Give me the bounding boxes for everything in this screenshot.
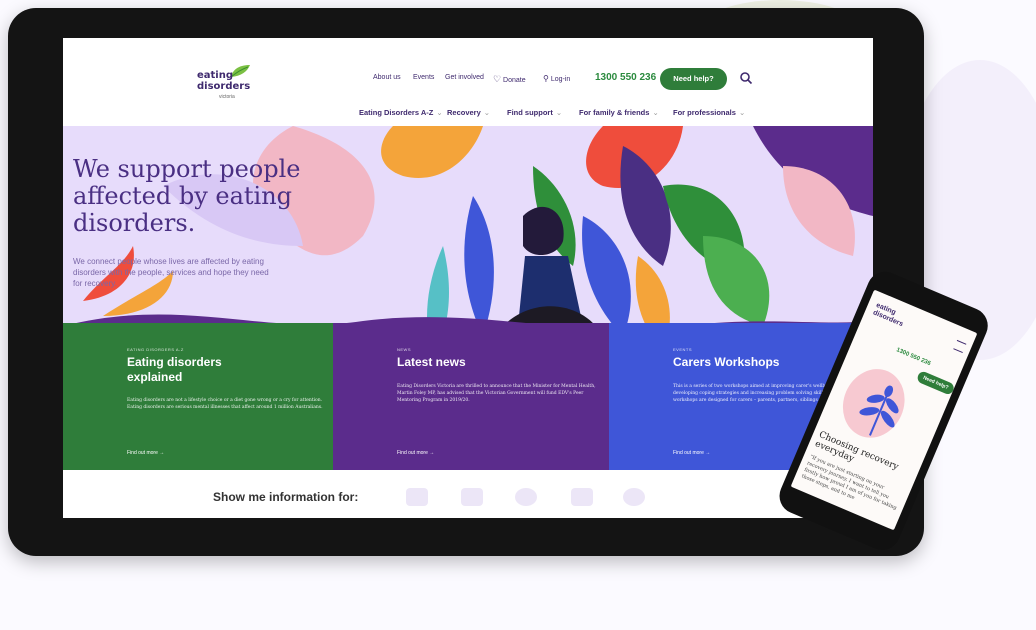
nav-label: Find support: [507, 108, 553, 117]
need-help-button[interactable]: Need help?: [660, 68, 727, 90]
apple-logo-icon: [466, 528, 484, 548]
nav-label: Recovery: [447, 108, 481, 117]
card-latest-news[interactable]: NEWS Latest news Eating Disorders Victor…: [333, 323, 609, 470]
nav-label: For professionals: [673, 108, 736, 117]
document-icon[interactable]: [571, 488, 593, 506]
card-title: Eating disorders explained: [127, 355, 222, 384]
logo-sub: victoria: [219, 94, 235, 100]
arrow-right-icon: →: [705, 450, 711, 456]
card-link[interactable]: Find out more →: [397, 450, 434, 456]
card-eyebrow: EVENTS: [673, 347, 693, 352]
mobile-phone-number[interactable]: 1300 550 236: [895, 347, 931, 367]
nav-label: Eating Disorders A-Z: [359, 108, 434, 117]
chat-icon[interactable]: [515, 488, 537, 506]
search-icon[interactable]: [739, 71, 753, 85]
hero-title: We support people affected by eating dis…: [73, 155, 301, 237]
top-link-about[interactable]: About us: [373, 74, 401, 81]
feature-cards: EATING DISORDERS A-Z Eating disorders ex…: [63, 323, 873, 470]
menu-icon[interactable]: [953, 339, 967, 354]
logo-text: eating disorders: [197, 70, 250, 92]
site-header: eating disorders victoria About us Event…: [63, 38, 873, 126]
card-link-label: Find out more: [397, 450, 428, 456]
chevron-down-icon: ⌄: [483, 108, 491, 117]
chevron-down-icon: ⌄: [738, 108, 746, 117]
card-link[interactable]: Find out more →: [127, 450, 164, 456]
show-me-heading: Show me information for:: [213, 490, 359, 504]
mobile-need-help-button[interactable]: Need help?: [915, 370, 956, 396]
login-link[interactable]: ⚲ Log-in: [543, 74, 570, 83]
nav-recovery[interactable]: Recovery ⌄: [447, 108, 490, 117]
nav-eating-disorders-az[interactable]: Eating Disorders A-Z ⌄: [359, 108, 443, 117]
card-eyebrow: NEWS: [397, 347, 411, 352]
card-eyebrow: EATING DISORDERS A-Z: [127, 347, 184, 352]
card-link-label: Find out more: [673, 450, 704, 456]
login-label: Log-in: [550, 76, 571, 83]
nav-family-friends[interactable]: For family & friends ⌄: [579, 108, 659, 117]
logo-line1: eating: [197, 70, 234, 81]
info-selector-bar: Show me information for:: [63, 470, 873, 518]
card-link-label: Find out more: [127, 450, 158, 456]
card-link[interactable]: Find out more →: [673, 450, 710, 456]
site-logo[interactable]: eating disorders victoria: [197, 64, 267, 104]
heart-hands-icon[interactable]: [623, 488, 645, 506]
chevron-down-icon: ⌄: [652, 108, 659, 117]
mobile-logo[interactable]: eating disorders: [871, 302, 907, 329]
website-screen: eating disorders victoria About us Event…: [63, 38, 873, 518]
card-eating-disorders[interactable]: EATING DISORDERS A-Z Eating disorders ex…: [63, 323, 333, 470]
card-body: Eating disorders are not a lifestyle cho…: [127, 398, 323, 410]
arrow-right-icon: →: [159, 450, 165, 456]
nav-find-support[interactable]: Find support ⌄: [507, 108, 562, 117]
nav-professionals[interactable]: For professionals ⌄: [673, 108, 745, 117]
hero-subtitle: We connect people whose lives are affect…: [73, 257, 269, 288]
people-icon[interactable]: [461, 488, 483, 506]
heart-icon: ♡: [493, 74, 502, 84]
arrow-right-icon: →: [429, 450, 435, 456]
donate-label: Donate: [503, 77, 526, 84]
top-link-events[interactable]: Events: [413, 74, 434, 81]
top-link-get-involved[interactable]: Get involved: [445, 74, 484, 81]
nav-label: For family & friends: [579, 108, 650, 117]
card-title: Latest news: [397, 355, 466, 369]
user-icon: ⚲: [543, 74, 549, 83]
logo-line2: disorders: [197, 81, 251, 92]
chevron-down-icon: ⌄: [436, 108, 443, 117]
card-body: Eating Disorders Victoria are thrilled t…: [397, 384, 596, 403]
laptop-icon[interactable]: [406, 488, 428, 506]
donate-link[interactable]: ♡ Donate: [493, 74, 526, 85]
chevron-down-icon: ⌄: [555, 108, 563, 117]
phone-number[interactable]: 1300 550 236: [595, 72, 656, 83]
